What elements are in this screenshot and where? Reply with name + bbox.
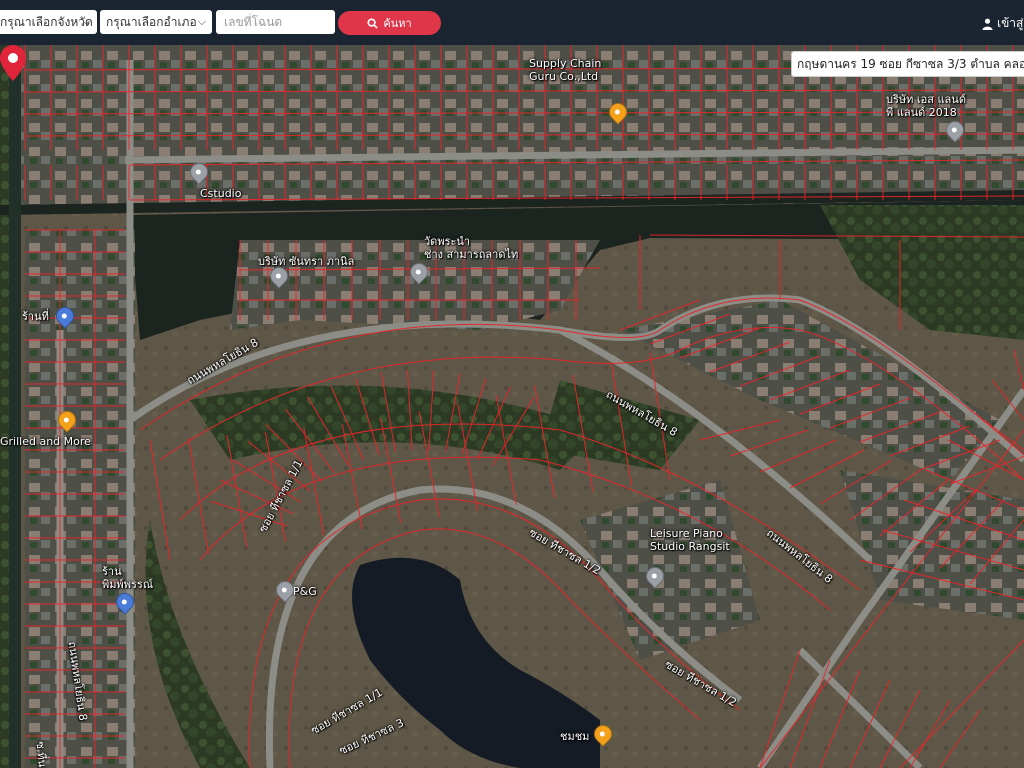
login-link[interactable]: เข้าสู่ระ <box>982 14 1024 33</box>
map-label-bottom-left: ซ.ที่นา <box>33 740 50 768</box>
search-button-label: ค้นหา <box>383 17 412 30</box>
map-label-company-right: บริษัท เอส แลนด์ พี แลนด์ 2018 <box>886 93 966 119</box>
user-icon <box>982 18 993 30</box>
map-label-supply: Supply Chain Guru Co.,Ltd <box>529 57 602 83</box>
map-label-local-shop: ร้าน พิมพ์พรรณ์ <box>102 565 154 591</box>
district-select[interactable]: กรุณาเลือกอำเภอ ⌵ <box>100 10 212 34</box>
map-label-school: วัดพระนำ ช่าง สามารถลาดไท <box>424 235 519 261</box>
address-box: กฤษดานคร 19 ซอย กีซาซล 3/3 ตำบล คลอ <box>791 51 1024 77</box>
login-label: เข้าสู่ระ <box>997 16 1024 30</box>
district-select-value: กรุณาเลือกอำเภอ <box>106 15 197 29</box>
map-label-company-mid: บริษัท ซันทรา ภานิล <box>258 255 355 268</box>
search-button[interactable]: ค้นหา <box>338 11 441 35</box>
map-marker-icon[interactable] <box>0 45 26 81</box>
chevron-down-icon: ⌵ <box>197 15 206 28</box>
deed-number-input[interactable] <box>216 10 335 34</box>
map-label-leisure: Leisure Piano Studio Rangsit <box>650 527 730 553</box>
province-select[interactable]: กรุณาเลือกจังหวัด ⌵ <box>0 10 97 34</box>
chevron-down-icon: ⌵ <box>82 15 91 28</box>
map-label-pg: P&G <box>293 585 317 598</box>
map-label-shop-bottom: ชมชม <box>560 730 590 743</box>
map-label-left-place: ร้านที่ <box>22 310 49 323</box>
satellite-map[interactable]: กฤษดานคร 19 ซอย กีซาซล 3/3 ตำบล คลอ Supp… <box>0 45 1024 768</box>
map-canvas <box>0 45 1024 768</box>
top-navigation-bar: กรุณาเลือกจังหวัด ⌵ กรุณาเลือกอำเภอ ⌵ ค้… <box>0 0 1024 45</box>
search-icon <box>367 17 379 29</box>
map-label-grilled: Grilled and More <box>0 435 91 448</box>
province-select-value: กรุณาเลือกจังหวัด <box>0 15 93 29</box>
map-label-cstudio: Cstudio <box>200 187 242 200</box>
